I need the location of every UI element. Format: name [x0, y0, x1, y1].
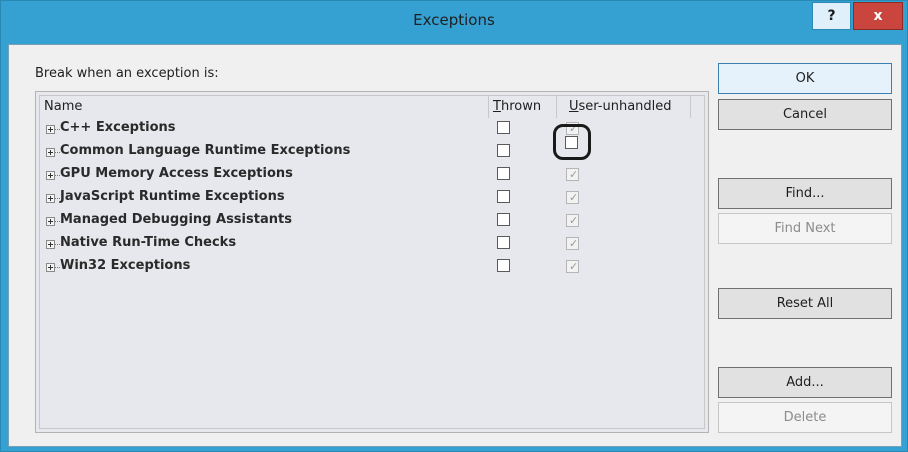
column-divider: [690, 96, 691, 118]
expand-icon[interactable]: [46, 217, 55, 226]
column-header-thrown-label: hrown: [500, 99, 542, 114]
checkmark-icon: ✓: [569, 168, 579, 181]
expand-icon[interactable]: [46, 125, 55, 134]
close-button[interactable]: x: [853, 2, 903, 30]
column-header-user-unhandled[interactable]: User-unhandled: [569, 99, 672, 114]
delete-button: Delete: [718, 402, 892, 433]
exception-category-label: C++ Exceptions: [60, 120, 176, 135]
dialog-body: Break when an exception is: Name Thrown …: [8, 44, 902, 447]
user-unhandled-checkbox[interactable]: ✓: [566, 237, 579, 250]
ok-button[interactable]: OK: [718, 63, 892, 94]
user-unhandled-checkbox[interactable]: ✓: [566, 168, 579, 181]
thrown-checkbox[interactable]: [497, 213, 510, 226]
expand-icon[interactable]: [46, 263, 55, 272]
user-unhandled-checkbox-highlighted[interactable]: [565, 136, 578, 149]
exception-category-row[interactable]: Win32 Exceptions ✓: [40, 256, 704, 279]
thrown-checkbox[interactable]: [497, 236, 510, 249]
exception-category-label: Common Language Runtime Exceptions: [60, 143, 351, 158]
exception-category-row[interactable]: JavaScript Runtime Exceptions ✓: [40, 187, 704, 210]
add-button[interactable]: Add...: [718, 367, 892, 398]
exception-category-label: Native Run-Time Checks: [60, 235, 237, 250]
exception-category-label: GPU Memory Access Exceptions: [60, 166, 293, 181]
exception-category-row[interactable]: Common Language Runtime Exceptions: [40, 141, 704, 164]
exception-category-row[interactable]: Managed Debugging Assistants ✓: [40, 210, 704, 233]
user-unhandled-checkbox[interactable]: ✓: [566, 260, 579, 273]
exception-category-label: Managed Debugging Assistants: [60, 212, 292, 227]
checkmark-icon: ✓: [569, 237, 579, 250]
title-bar: Exceptions ? x: [1, 1, 907, 43]
column-divider: [488, 96, 489, 118]
checkmark-icon: ✓: [569, 214, 579, 227]
expand-icon[interactable]: [46, 194, 55, 203]
dialog-title: Exceptions: [413, 11, 495, 29]
exceptions-tree: Name Thrown User-unhandled C++ Exception…: [39, 95, 705, 429]
cancel-button[interactable]: Cancel: [718, 99, 892, 130]
reset-all-button[interactable]: Reset All: [718, 288, 892, 319]
column-divider: [556, 96, 557, 118]
exception-category-row[interactable]: GPU Memory Access Exceptions ✓: [40, 164, 704, 187]
thrown-checkbox[interactable]: [497, 190, 510, 203]
help-button[interactable]: ?: [812, 2, 851, 30]
exception-category-label: Win32 Exceptions: [60, 258, 191, 273]
user-unhandled-checkbox[interactable]: ✓: [566, 191, 579, 204]
find-next-button: Find Next: [718, 213, 892, 244]
exceptions-dialog: Exceptions ? x Break when an exception i…: [0, 0, 908, 452]
column-header-thrown[interactable]: Thrown: [493, 99, 541, 114]
checkmark-icon: ✓: [569, 260, 579, 273]
column-header-name[interactable]: Name: [44, 99, 82, 114]
exception-category-row[interactable]: C++ Exceptions ✓: [40, 118, 704, 141]
expand-icon[interactable]: [46, 240, 55, 249]
thrown-checkbox[interactable]: [497, 259, 510, 272]
column-header-user-unhandled-label: ser-unhandled: [578, 99, 672, 114]
thrown-checkbox[interactable]: [497, 167, 510, 180]
highlight-callout: [553, 124, 591, 160]
thrown-checkbox[interactable]: [497, 121, 510, 134]
expand-icon[interactable]: [46, 171, 55, 180]
expand-icon[interactable]: [46, 148, 55, 157]
exception-category-label: JavaScript Runtime Exceptions: [60, 189, 285, 204]
find-button[interactable]: Find...: [718, 178, 892, 209]
exceptions-list[interactable]: Name Thrown User-unhandled C++ Exception…: [35, 91, 709, 433]
checkmark-icon: ✓: [569, 191, 579, 204]
thrown-checkbox[interactable]: [497, 144, 510, 157]
exception-category-row[interactable]: Native Run-Time Checks ✓: [40, 233, 704, 256]
user-unhandled-checkbox[interactable]: ✓: [566, 214, 579, 227]
break-label: Break when an exception is:: [35, 66, 219, 81]
